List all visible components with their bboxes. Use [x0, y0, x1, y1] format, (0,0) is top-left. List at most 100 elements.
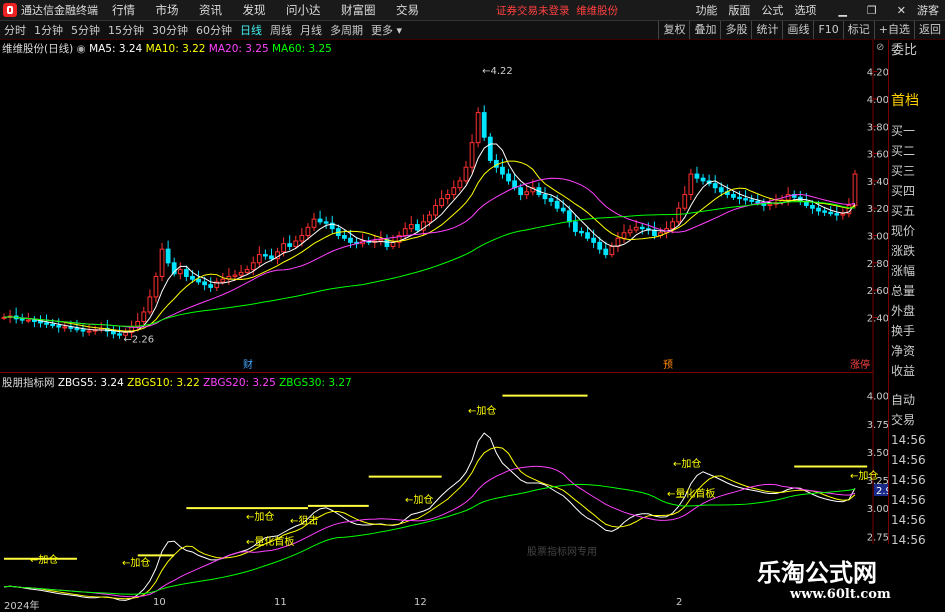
candle-body — [269, 255, 274, 260]
center-watermark: 股票指标网专用 — [527, 547, 597, 558]
candle-body — [56, 325, 62, 328]
rp-time: 14:56 — [891, 493, 926, 507]
candle-body — [487, 136, 493, 161]
candle-body — [32, 319, 37, 323]
candle-body — [524, 191, 530, 196]
close-icon[interactable]: ✕ — [897, 4, 906, 17]
candle-body — [378, 239, 384, 242]
candle-body — [50, 323, 56, 327]
x-label: 2 — [676, 597, 683, 608]
candle-body — [451, 187, 457, 196]
guest-button[interactable]: 游客 — [917, 2, 939, 18]
candle-body — [615, 237, 621, 247]
axis-label: 3.80 — [867, 122, 888, 133]
candle-body — [566, 210, 572, 223]
candle-body — [250, 262, 256, 271]
candle-body — [506, 173, 511, 182]
rp-turnover: 换手 — [891, 324, 916, 338]
event-marker-yu: 预 — [663, 359, 673, 371]
candle-body — [305, 226, 311, 237]
quote-panel: 委比 首档 买一 买二 买三 买四 买五 现价 涨跌 涨幅 总量 外盘 换手 净… — [888, 40, 945, 609]
candle-body — [287, 243, 293, 247]
candle-body — [44, 322, 49, 325]
candle-body — [573, 221, 578, 232]
tool-back[interactable]: 返回 — [914, 21, 945, 39]
candle-body — [25, 319, 31, 322]
candle-body — [38, 321, 43, 324]
candle-body — [469, 142, 475, 168]
candle-body — [317, 218, 323, 223]
candle-body — [281, 243, 286, 253]
candle-body — [202, 281, 207, 286]
candle-body — [208, 284, 214, 288]
candle-body — [86, 330, 92, 333]
rp-time: 14:56 — [891, 513, 926, 527]
candle-body — [238, 271, 244, 276]
candle-body — [342, 235, 347, 239]
candle-body — [433, 204, 438, 216]
candle-body — [244, 269, 250, 273]
x-label: 12 — [414, 597, 427, 608]
candle-body — [694, 173, 700, 179]
axis-label: 3.60 — [867, 150, 888, 161]
candle-body — [822, 210, 827, 213]
candle-body — [560, 207, 566, 212]
candle-body — [682, 194, 688, 209]
candle-body — [293, 240, 299, 247]
annotation-label: ←狙击 — [290, 515, 318, 527]
candle-body — [68, 326, 74, 329]
rp-outer: 外盘 — [891, 304, 916, 318]
candle-body — [232, 274, 238, 277]
candle-body — [402, 228, 408, 237]
candle-body — [74, 327, 80, 331]
sub-axis-label: 3.75 — [867, 420, 888, 431]
high-marker: ←4.22 — [482, 66, 513, 77]
candle-body — [457, 180, 463, 189]
candle-body — [670, 221, 676, 230]
candle-body — [177, 269, 183, 275]
rp-time: 14:56 — [891, 453, 926, 467]
candle-body — [348, 237, 353, 243]
candle-body — [731, 194, 736, 198]
x-label: 11 — [274, 597, 287, 608]
candle-body — [256, 254, 262, 264]
candle-body — [834, 213, 840, 216]
candle-body — [427, 214, 432, 223]
candle-body — [712, 183, 718, 189]
candle-body — [196, 278, 201, 283]
site-watermark-title: 乐淘公式网 — [757, 558, 877, 587]
sub-axis-label: 3.50 — [867, 448, 888, 459]
candle-body — [688, 173, 694, 196]
candle-body — [767, 203, 773, 206]
candle-body — [159, 248, 165, 277]
candle-body — [390, 241, 396, 247]
annotation-label: ←加仓 — [468, 404, 496, 417]
rp-trade[interactable]: 交易 — [889, 410, 945, 430]
axis-label: 3.40 — [867, 177, 888, 188]
candle-body — [548, 198, 554, 202]
rp-change-pct: 涨幅 — [891, 264, 916, 278]
candle-body — [147, 296, 153, 313]
candle-body — [481, 112, 487, 138]
rp-buy2: 买二 — [891, 144, 916, 158]
candle-body — [518, 187, 524, 196]
axis-label: 2.40 — [867, 313, 888, 324]
axis-label: 4.20 — [867, 68, 888, 79]
rp-buy1: 买一 — [891, 124, 916, 138]
candle-body — [111, 330, 116, 335]
candle-body — [603, 248, 609, 256]
candle-body — [840, 213, 846, 216]
candle-body — [117, 333, 122, 336]
candle-body — [597, 241, 603, 250]
rp-change: 涨跌 — [891, 244, 916, 258]
rp-auto[interactable]: 自动 — [889, 390, 945, 410]
annotation-label: ←加仓 — [850, 469, 878, 482]
candle-body — [311, 218, 317, 228]
candle-body — [737, 196, 742, 200]
site-watermark-url: www.60lt.com — [790, 587, 891, 602]
price-chart[interactable]: 4.20 4.00 3.80 3.60 3.40 3.20 3.00 2.80 2.60 2.40… — [0, 0, 888, 609]
candle-body — [755, 200, 761, 204]
candle-body — [633, 226, 639, 231]
rp-buy3: 买三 — [891, 164, 916, 178]
annotation-label: ←加仓 — [405, 493, 433, 506]
